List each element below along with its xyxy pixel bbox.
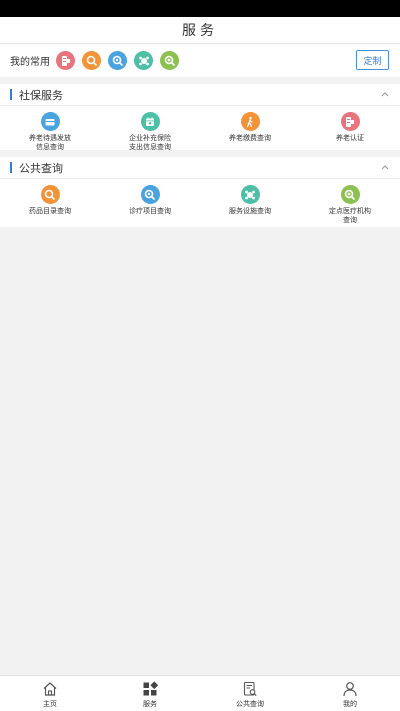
service-label: 定点医疗机构 查询 (329, 208, 371, 224)
fav-location-search-icon[interactable] (160, 51, 179, 70)
tab-mine[interactable]: 我的 (300, 676, 400, 711)
favorites-row: 我的常用 定制 (0, 44, 400, 77)
person-icon (343, 682, 357, 697)
chevron-up-icon[interactable] (380, 162, 390, 172)
tab-label: 公共查询 (236, 701, 264, 708)
fav-pension-cert-icon[interactable] (56, 51, 75, 70)
service-enterprise-insurance-query[interactable]: 企业补充保险 支出信息查询 (100, 112, 200, 152)
tab-label: 主页 (43, 701, 57, 708)
walking-person-icon (240, 112, 260, 131)
tab-label: 我的 (343, 701, 357, 708)
favorites-label: 我的常用 (10, 57, 50, 68)
fav-search-icon[interactable] (108, 51, 127, 70)
service-pension-payment-query[interactable]: 养老待遇发放 信息查询 (0, 112, 100, 152)
grid-icon (143, 681, 158, 696)
chevron-up-icon[interactable] (380, 89, 390, 99)
service-label: 企业补充保险 支出信息查询 (129, 135, 171, 151)
service-label: 药品目录查询 (29, 208, 71, 215)
status-bar (0, 0, 400, 17)
social-security-header[interactable]: 社保服务 (0, 84, 400, 106)
fav-search-doc-icon[interactable] (82, 51, 101, 70)
nav-bar: 服务 (0, 17, 400, 44)
social-security-section: 社保服务 养老待遇发放 信息查询 企业补充保险 支出信息查询 养老缴费查询 养老… (0, 84, 400, 152)
query-designated-medical-institutions[interactable]: 定点医疗机构 查询 (300, 185, 400, 225)
section-accent-bar (10, 162, 12, 173)
tab-label: 服务 (143, 701, 157, 708)
service-pension-certification[interactable]: 养老认证 (300, 112, 400, 152)
public-query-header[interactable]: 公共查询 (0, 157, 400, 179)
service-label: 养老认证 (336, 135, 364, 142)
public-query-section: 公共查询 药品目录查询 诊疗项目查询 服务设施查询 定点医疗机构 查询 (0, 157, 400, 227)
query-icon (243, 681, 257, 697)
fav-service-network-icon[interactable] (134, 51, 153, 70)
tab-public-query[interactable]: 公共查询 (200, 676, 300, 711)
page-title: 服务 (182, 22, 218, 38)
location-search-icon (340, 185, 360, 204)
service-label: 养老缴费查询 (229, 135, 271, 142)
search-doc-icon (40, 185, 60, 204)
service-label: 养老待遇发放 信息查询 (29, 135, 71, 151)
bottom-tab-bar: 主页 服务 公共查询 我的 (0, 675, 400, 711)
query-service-facilities[interactable]: 服务设施查询 (200, 185, 300, 225)
section-title: 公共查询 (19, 162, 63, 175)
service-network-icon (240, 185, 260, 204)
customize-button[interactable]: 定制 (356, 50, 389, 70)
section-accent-bar (10, 89, 12, 100)
service-pension-contribution-query[interactable]: 养老缴费查询 (200, 112, 300, 152)
pension-cert-icon (340, 112, 360, 131)
wallet-icon (40, 112, 60, 131)
service-label: 诊疗项目查询 (129, 208, 171, 215)
query-treatment-items[interactable]: 诊疗项目查询 (100, 185, 200, 225)
calendar-icon (140, 112, 160, 131)
service-label: 服务设施查询 (229, 208, 271, 215)
tab-services[interactable]: 服务 (100, 676, 200, 711)
search-icon (140, 185, 160, 204)
home-icon (43, 682, 57, 696)
tab-home[interactable]: 主页 (0, 676, 100, 711)
query-drug-catalog[interactable]: 药品目录查询 (0, 185, 100, 225)
section-title: 社保服务 (19, 89, 63, 102)
